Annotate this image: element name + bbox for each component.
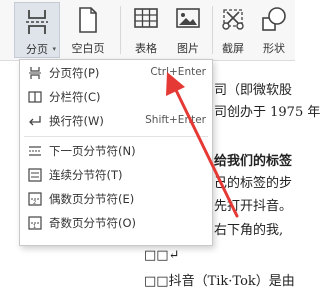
image-label: 图片 xyxy=(177,42,199,55)
menu-item-odd-page-section[interactable]: 1 奇数页分节符(O) xyxy=(20,212,212,234)
menu-item-line-break[interactable]: 换行符(W) Shift+Enter xyxy=(20,110,212,132)
svg-text:2: 2 xyxy=(33,200,36,206)
doc-line: □□抖音（Tik·Tok）是由 xyxy=(144,274,295,289)
column-break-icon xyxy=(28,91,42,103)
continuous-section-icon xyxy=(28,168,42,182)
page-break-icon xyxy=(26,10,48,34)
toolbar-ribbon: 分页 ▾ 空白页 表格 图片 截屏 形状 xyxy=(0,0,295,61)
line-break-icon xyxy=(29,116,41,126)
menu-item-shortcut: Ctrl+Enter xyxy=(150,66,206,78)
doc-line: 司创办于 1975 年 xyxy=(214,105,320,120)
menu-item-label: 分页符(P) xyxy=(49,66,100,80)
divider xyxy=(212,6,213,54)
menu-item-continuous-section[interactable]: 连续分节符(T) xyxy=(20,164,212,186)
menu-item-label: 奇数页分节符(O) xyxy=(49,216,137,230)
table-icon xyxy=(134,8,158,28)
divider xyxy=(120,6,121,54)
blank-page-icon xyxy=(79,7,97,33)
odd-page-section-icon: 1 xyxy=(28,216,42,230)
image-icon xyxy=(176,8,200,28)
even-page-section-icon: 2 xyxy=(28,192,42,206)
doc-line: 右下角的我, xyxy=(214,223,284,238)
menu-item-label: 连续分节符(T) xyxy=(49,168,123,182)
shape-button[interactable]: 形状 xyxy=(254,2,294,58)
svg-text:1: 1 xyxy=(33,224,36,230)
shape-label: 形状 xyxy=(263,42,285,55)
blank-page-button[interactable]: 空白页 xyxy=(64,2,112,58)
blank-page-label: 空白页 xyxy=(71,42,105,55)
menu-item-shortcut: Shift+Enter xyxy=(145,114,206,126)
menu-item-even-page-section[interactable]: 2 偶数页分节符(E) xyxy=(20,188,212,210)
menu-item-column-break[interactable]: 分栏符(C) xyxy=(20,86,212,108)
menu-item-page-break[interactable]: 分页符(P) Ctrl+Enter xyxy=(20,62,212,84)
page-break-button[interactable]: 分页 ▾ xyxy=(14,2,60,58)
menu-item-label: 下一页分节符(N) xyxy=(49,144,136,158)
doc-line: □□↵ xyxy=(144,248,180,263)
next-page-section-icon xyxy=(29,146,41,156)
doc-line: 己的标签的步 xyxy=(214,176,293,191)
menu-item-next-page-section[interactable]: 下一页分节符(N) xyxy=(20,140,212,162)
doc-line: 司（即微软股 xyxy=(214,83,293,98)
screenshot-button[interactable]: 截屏 xyxy=(214,2,252,58)
page-break-icon xyxy=(29,67,41,79)
menu-item-label: 分栏符(C) xyxy=(49,90,101,104)
menu-divider xyxy=(24,136,208,137)
page-break-menu: 分页符(P) Ctrl+Enter 分栏符(C) 换行符(W) Shift+En… xyxy=(19,59,213,246)
screenshot-label: 截屏 xyxy=(222,42,244,55)
scissors-icon xyxy=(222,9,244,30)
table-label: 表格 xyxy=(135,42,157,55)
doc-line: 先打开抖音。 xyxy=(214,199,293,214)
image-button[interactable]: 图片 xyxy=(168,2,208,58)
chevron-down-icon: ▾ xyxy=(52,45,56,53)
menu-item-label: 偶数页分节符(E) xyxy=(49,192,135,206)
table-button[interactable]: 表格 xyxy=(126,2,166,58)
shape-icon xyxy=(262,7,286,31)
menu-item-label: 换行符(W) xyxy=(49,114,104,128)
doc-heading: 给我们的标签 xyxy=(214,154,293,169)
